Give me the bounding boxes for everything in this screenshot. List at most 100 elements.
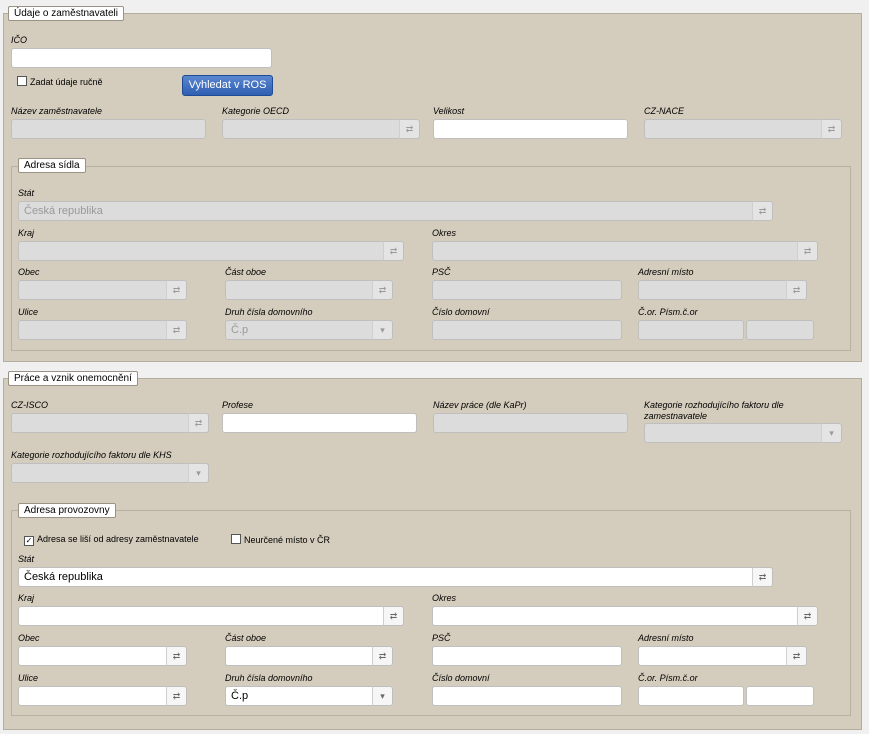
site-state-lookup-button[interactable]: ⇄ [752, 567, 773, 587]
manual-entry-label: Zadat údaje ručně [30, 77, 103, 87]
site-orient-no-input[interactable] [638, 686, 744, 706]
site-house-type-select[interactable]: Č.p [225, 686, 373, 706]
site-district-lookup-button[interactable]: ⇄ [797, 606, 818, 626]
site-psc-input[interactable] [432, 646, 622, 666]
nace-label: CZ-NACE [644, 106, 684, 116]
work-name-label: Název práce (dle KaPr) [433, 400, 527, 410]
hq-house-no-label: Číslo domovní [432, 307, 490, 317]
site-state-input[interactable]: Česká republika [18, 567, 753, 587]
profession-input[interactable] [222, 413, 417, 433]
site-part-label: Část oboe [225, 633, 267, 643]
employer-name-input[interactable] [11, 119, 206, 139]
site-street-label: Ulice [18, 673, 39, 683]
hq-street-lookup-button[interactable]: ⇄ [166, 320, 187, 340]
hq-district-input[interactable] [432, 241, 798, 261]
hq-orient-label: Č.or. Písm.č.or [638, 307, 698, 317]
hq-house-no-input[interactable] [432, 320, 622, 340]
hq-part-lookup-button[interactable]: ⇄ [372, 280, 393, 300]
hq-district-lookup-button[interactable]: ⇄ [797, 241, 818, 261]
link-icon: ⇄ [389, 611, 398, 621]
hq-house-type-select[interactable]: Č.p [225, 320, 373, 340]
isco-input[interactable] [11, 413, 189, 433]
address-differs-checkbox[interactable]: ✓ Adresa se liší od adresy zaměstnavatele [24, 534, 199, 546]
site-orient-label: Č.or. Písm.č.or [638, 673, 698, 683]
hq-municipality-input[interactable] [18, 280, 167, 300]
checkbox-icon [231, 534, 241, 544]
hq-address-legend: Adresa sídla [18, 158, 86, 173]
size-label: Velikost [433, 106, 465, 116]
link-icon: ⇄ [194, 418, 203, 428]
ico-input[interactable] [11, 48, 272, 68]
manual-entry-checkbox[interactable]: Zadat údaje ručně [17, 76, 103, 88]
link-icon: ⇄ [803, 246, 812, 256]
hq-addr-place-lookup-button[interactable]: ⇄ [786, 280, 807, 300]
site-addr-place-lookup-button[interactable]: ⇄ [786, 646, 807, 666]
hq-region-lookup-button[interactable]: ⇄ [383, 241, 404, 261]
risk-khs-dropdown-button[interactable]: ▾ [188, 463, 209, 483]
site-street-input[interactable] [18, 686, 167, 706]
site-region-label: Kraj [18, 593, 35, 603]
hq-house-type-label: Druh čísla domovního [225, 307, 313, 317]
link-icon: ⇄ [172, 325, 181, 335]
site-part-input[interactable] [225, 646, 373, 666]
link-icon: ⇄ [378, 285, 387, 295]
hq-street-input[interactable] [18, 320, 167, 340]
hq-part-label: Část oboe [225, 267, 267, 277]
link-icon: ⇄ [389, 246, 398, 256]
hq-district-label: Okres [432, 228, 457, 238]
checkbox-icon [17, 76, 27, 86]
site-district-label: Okres [432, 593, 457, 603]
site-municipality-label: Obec [18, 633, 40, 643]
site-house-type-dropdown-button[interactable]: ▾ [372, 686, 393, 706]
site-psc-label: PSČ [432, 633, 451, 643]
site-street-lookup-button[interactable]: ⇄ [166, 686, 187, 706]
work-name-input[interactable] [433, 413, 628, 433]
site-part-lookup-button[interactable]: ⇄ [372, 646, 393, 666]
hq-state-lookup-button[interactable]: ⇄ [752, 201, 773, 221]
hq-region-input[interactable] [18, 241, 384, 261]
search-ros-button[interactable]: Vyhledat v ROS [182, 75, 273, 96]
oecd-input[interactable] [222, 119, 400, 139]
undetermined-place-label: Neurčené místo v ČR [244, 535, 331, 545]
site-municipality-input[interactable] [18, 646, 167, 666]
nace-lookup-button[interactable]: ⇄ [821, 119, 842, 139]
risk-khs-select[interactable] [11, 463, 189, 483]
isco-label: CZ-ISCO [11, 400, 48, 410]
employer-legend: Údaje o zaměstnavateli [8, 6, 124, 21]
size-input[interactable] [433, 119, 628, 139]
undetermined-place-checkbox[interactable]: Neurčené místo v ČR [231, 534, 330, 546]
site-district-input[interactable] [432, 606, 798, 626]
risk-employer-select[interactable] [644, 423, 822, 443]
oecd-lookup-button[interactable]: ⇄ [399, 119, 420, 139]
hq-house-type-dropdown-button[interactable]: ▾ [372, 320, 393, 340]
hq-orient-no-input[interactable] [638, 320, 744, 340]
hq-addr-place-input[interactable] [638, 280, 787, 300]
site-region-input[interactable] [18, 606, 384, 626]
profession-label: Profese [222, 400, 254, 410]
hq-psc-input[interactable] [432, 280, 622, 300]
site-orient-letter-input[interactable] [746, 686, 814, 706]
link-icon: ⇄ [803, 611, 812, 621]
employer-name-label: Název zaměstnavatele [11, 106, 103, 116]
nace-input[interactable] [644, 119, 822, 139]
caret-down-icon: ▾ [829, 428, 834, 438]
link-icon: ⇄ [378, 651, 387, 661]
site-addr-place-label: Adresní místo [638, 633, 694, 643]
hq-state-label: Stát [18, 188, 35, 198]
isco-lookup-button[interactable]: ⇄ [188, 413, 209, 433]
site-municipality-lookup-button[interactable]: ⇄ [166, 646, 187, 666]
hq-municipality-lookup-button[interactable]: ⇄ [166, 280, 187, 300]
link-icon: ⇄ [792, 285, 801, 295]
risk-employer-dropdown-button[interactable]: ▾ [821, 423, 842, 443]
hq-part-input[interactable] [225, 280, 373, 300]
site-house-no-input[interactable] [432, 686, 622, 706]
hq-state-input[interactable]: Česká republika [18, 201, 753, 221]
risk-khs-label: Kategorie rozhodujícího faktoru dle KHS [11, 450, 172, 460]
site-region-lookup-button[interactable]: ⇄ [383, 606, 404, 626]
hq-orient-letter-input[interactable] [746, 320, 814, 340]
ico-label: IČO [11, 35, 28, 45]
hq-region-label: Kraj [18, 228, 35, 238]
work-legend: Práce a vznik onemocnění [8, 371, 138, 386]
site-addr-place-input[interactable] [638, 646, 787, 666]
link-icon: ⇄ [172, 691, 181, 701]
